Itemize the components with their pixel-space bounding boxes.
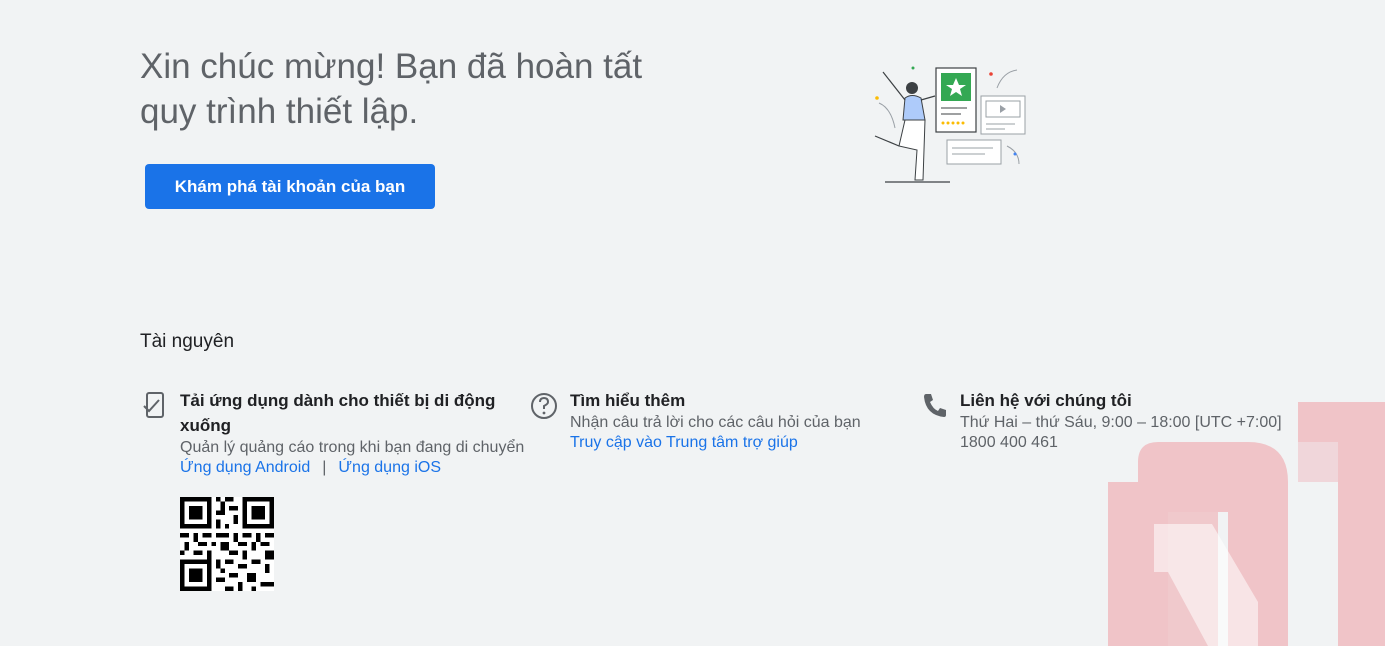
question-circle-icon — [531, 393, 557, 419]
resources-heading: Tài nguyên — [140, 331, 235, 352]
learn-more-description: Nhận câu trả lời cho các câu hỏi của bạn — [570, 414, 861, 431]
mobile-app-description: Quản lý quảng cáo trong khi bạn đang di … — [180, 439, 525, 456]
android-app-link[interactable]: Ứng dụng Android — [180, 459, 310, 476]
explore-account-button[interactable]: Khám phá tài khoản của bạn — [145, 164, 435, 209]
watermark-logo — [1108, 402, 1385, 646]
page-title: Xin chúc mừng! Bạn đã hoàn tất quy trình… — [140, 47, 643, 131]
celebration-illustration — [874, 66, 1026, 183]
mobile-app-title: Tải ứng dụng dành cho thiết bị di động x… — [180, 391, 496, 435]
qr-code — [180, 497, 274, 591]
link-separator: | — [322, 459, 327, 476]
help-center-link[interactable]: Truy cập vào Trung tâm trợ giúp — [570, 434, 798, 451]
telephone-icon — [924, 394, 946, 417]
phone-check-icon — [143, 392, 164, 418]
learn-more-title: Tìm hiểu thêm — [570, 391, 686, 410]
ios-app-link[interactable]: Ứng dụng iOS — [338, 459, 441, 476]
